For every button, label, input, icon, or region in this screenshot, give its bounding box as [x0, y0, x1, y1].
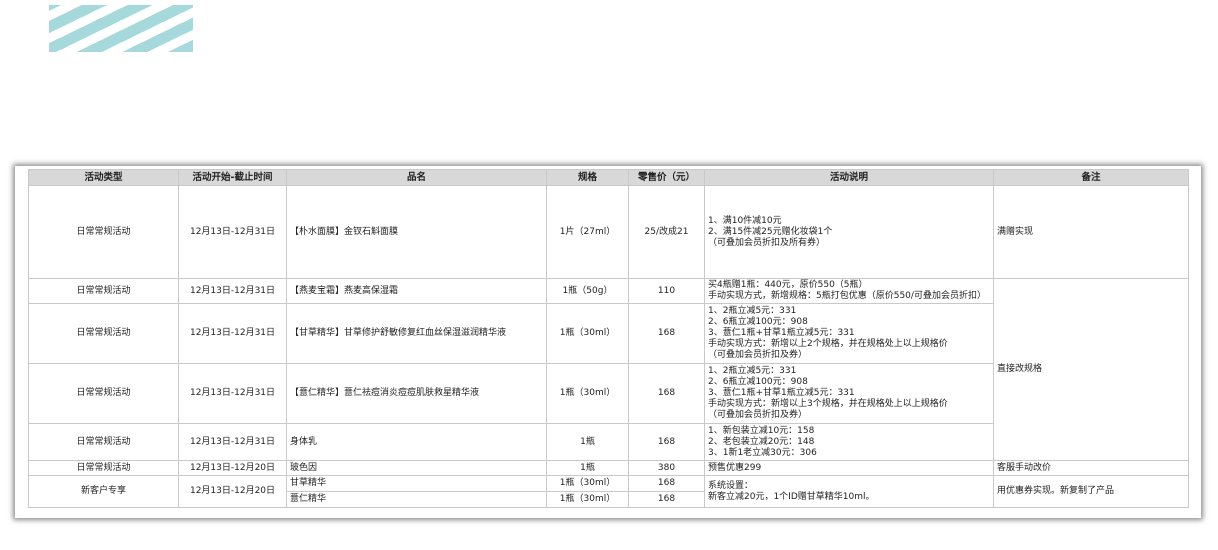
cell-activity-description: 1、满10件减10元 2、满15件减25元赠化妆袋1个 （可叠加会员折扣及所有券… — [704, 185, 994, 279]
cell-spec: 1瓶（30ml） — [546, 491, 629, 508]
header-product-name: 品名 — [286, 169, 547, 186]
cell-period: 12月13日-12月31日 — [178, 278, 287, 304]
table-row: 日常常规活动 12月13日-12月31日 【燕麦宝霜】燕麦高保湿霜 1瓶（50g… — [28, 278, 1189, 461]
cell-activity-description: 1、新包装立减10元：158 2、老包装立减20元：148 3、1新1老立减30… — [704, 423, 994, 461]
cell-product-name: 甘草精华 — [286, 475, 547, 492]
header-retail-price: 零售价（元） — [628, 169, 705, 186]
cell-period: 12月13日-12月31日 — [178, 363, 287, 424]
cell-product-name: 【甘草精华】甘草修护舒敏修复红血丝保湿滋润精华液 — [286, 303, 547, 364]
cell-spec: 1片（27ml） — [546, 185, 629, 279]
cell-retail-price: 25/改成21 — [628, 185, 705, 279]
table-row: 新客户专享 12月13日-12月20日 甘草精华 1瓶（30ml） 168 系统… — [28, 475, 1189, 508]
table-row: 日常常规活动 12月13日-12月31日 【朴水面膜】金钗石斛面膜 1片（27m… — [28, 185, 1189, 279]
cell-period: 12月13日-12月31日 — [178, 303, 287, 364]
cell-spec: 1瓶（30ml） — [546, 363, 629, 424]
cell-product-name: 身体乳 — [286, 423, 547, 461]
cell-activity-type: 日常常规活动 — [28, 185, 179, 279]
cell-retail-price: 168 — [628, 491, 705, 508]
cell-retail-price: 168 — [628, 303, 705, 364]
cell-spec: 1瓶 — [546, 460, 629, 476]
cell-activity-description: 1、2瓶立减5元：331 2、6瓶立减100元：908 3、薏仁1瓶+甘草1瓶立… — [704, 303, 994, 364]
header-spec: 规格 — [546, 169, 629, 186]
header-activity-description: 活动说明 — [704, 169, 994, 186]
cell-activity-type: 日常常规活动 — [28, 278, 179, 304]
cell-period: 12月13日-12月20日 — [178, 460, 287, 476]
cell-spec: 1瓶（30ml） — [546, 303, 629, 364]
promotion-table-frame: 活动类型 活动开始-截止时间 品名 规格 零售价（元） 活动说明 备注 日常常规… — [15, 166, 1201, 518]
cell-period: 12月13日-12月20日 — [178, 475, 287, 508]
cell-activity-type: 日常常规活动 — [28, 363, 179, 424]
cell-product-name: 【朴水面膜】金钗石斛面膜 — [286, 185, 547, 279]
cell-activity-description: 1、2瓶立减5元：331 2、6瓶立减100元：908 3、薏仁1瓶+甘草1瓶立… — [704, 363, 994, 424]
cell-activity-type: 日常常规活动 — [28, 460, 179, 476]
cell-spec: 1瓶（30ml） — [546, 475, 629, 492]
cell-activity-type: 日常常规活动 — [28, 303, 179, 364]
striped-logo — [49, 5, 193, 52]
cell-retail-price: 168 — [628, 423, 705, 461]
cell-activity-type: 日常常规活动 — [28, 423, 179, 461]
cell-spec: 1瓶（50g） — [546, 278, 629, 304]
cell-period: 12月13日-12月31日 — [178, 185, 287, 279]
cell-note: 满赠实现 — [993, 185, 1189, 279]
cell-retail-price: 380 — [628, 460, 705, 476]
header-note: 备注 — [993, 169, 1189, 186]
cell-activity-type: 新客户专享 — [28, 475, 179, 508]
header-activity-type: 活动类型 — [28, 169, 179, 186]
cell-note-merged: 直接改规格 — [993, 278, 1189, 461]
table-row: 日常常规活动 12月13日-12月20日 玻色因 1瓶 380 预售优惠299 … — [28, 460, 1189, 476]
cell-spec: 1瓶 — [546, 423, 629, 461]
cell-product-name: 【薏仁精华】薏仁祛痘消炎痘痘肌肤救星精华液 — [286, 363, 547, 424]
cell-retail-price: 168 — [628, 475, 705, 492]
cell-product-name: 薏仁精华 — [286, 491, 547, 508]
cell-activity-description: 预售优惠299 — [704, 460, 994, 476]
cell-product-name: 玻色因 — [286, 460, 547, 476]
cell-note: 客服手动改价 — [993, 460, 1189, 476]
cell-retail-price: 110 — [628, 278, 705, 304]
cell-activity-description: 系统设置： 新客立减20元，1个ID赠甘草精华10ml。 — [704, 475, 994, 508]
cell-activity-description: 买4瓶赠1瓶：440元，原价550（5瓶） 手动实现方式，新增规格：5瓶打包优惠… — [704, 278, 994, 304]
promotion-table: 活动类型 活动开始-截止时间 品名 规格 零售价（元） 活动说明 备注 日常常规… — [28, 169, 1189, 508]
header-row: 活动类型 活动开始-截止时间 品名 规格 零售价（元） 活动说明 备注 — [28, 169, 1189, 186]
cell-product-name: 【燕麦宝霜】燕麦高保湿霜 — [286, 278, 547, 304]
cell-retail-price: 168 — [628, 363, 705, 424]
header-period: 活动开始-截止时间 — [178, 169, 287, 186]
cell-note: 用优惠券实现。新复制了产品 — [993, 475, 1189, 508]
cell-period: 12月13日-12月31日 — [178, 423, 287, 461]
